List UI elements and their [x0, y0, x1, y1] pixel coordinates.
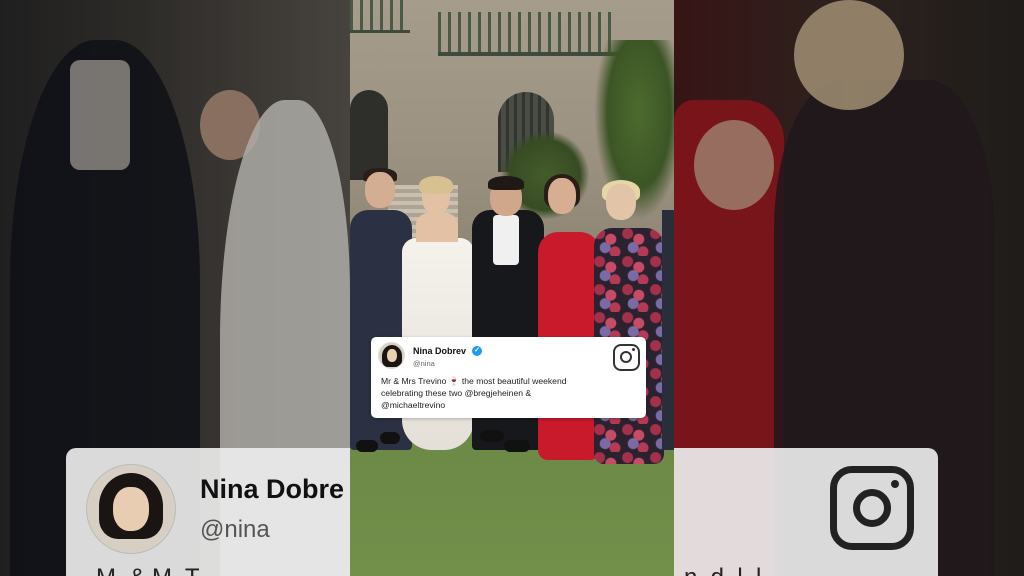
- instagram-lens: [620, 351, 632, 363]
- tweet-card[interactable]: Nina Dobrev ✓ @nina Mr & Mrs Trevino 🍷 t…: [371, 337, 646, 418]
- shoe: [504, 440, 530, 452]
- instagram-icon[interactable]: [613, 344, 640, 371]
- enlarged-display-name: Nina Dobre: [200, 474, 345, 504]
- balcony-railing: [438, 12, 618, 56]
- enlarged-handle: @nina: [200, 516, 270, 543]
- video-frame: Nina Dobre @nina M. & M. T. n. d. l. l.: [0, 0, 1024, 576]
- hair: [488, 176, 524, 190]
- tweet-line: celebrating these two @bregjeheinen &: [381, 388, 532, 398]
- instagram-icon: [830, 466, 914, 550]
- head: [606, 184, 636, 220]
- instagram-dot: [632, 348, 635, 351]
- video-main: [350, 0, 674, 576]
- verified-badge-icon: ✓: [472, 346, 482, 356]
- enlarged-tweet-card-left: Nina Dobre @nina M. & M. T.: [66, 448, 350, 576]
- shirt: [493, 215, 519, 265]
- head: [548, 178, 576, 214]
- hair: [419, 176, 453, 194]
- avatar-face: [113, 487, 149, 531]
- shoe: [380, 432, 400, 444]
- balcony-railing-left: [350, 0, 410, 33]
- enlarged-body-text: M. & M. T.: [96, 564, 204, 576]
- avatar[interactable]: [378, 342, 405, 369]
- tweet-line: Mr & Mrs Trevino 🍷 the most beautiful we…: [381, 376, 567, 386]
- head: [365, 172, 395, 208]
- arched-door: [350, 90, 388, 180]
- shoe: [356, 440, 378, 452]
- user-handle[interactable]: @nina: [413, 359, 435, 368]
- avatar-face: [387, 349, 397, 362]
- tweet-body: Mr & Mrs Trevino 🍷 the most beautiful we…: [381, 375, 621, 411]
- display-name[interactable]: Nina Dobrev: [413, 346, 466, 356]
- person-edge-right: [662, 210, 674, 450]
- enlarged-tweet-card-right: n. d. l. l.: [674, 448, 938, 576]
- enlarged-body-text-right: n. d. l. l.: [684, 564, 768, 576]
- instagram-dot: [891, 480, 899, 488]
- shoe: [480, 430, 504, 442]
- tweet-line: @michaeltrevino: [381, 400, 446, 410]
- instagram-lens: [853, 489, 891, 527]
- avatar: [86, 464, 176, 554]
- shoulders: [416, 212, 458, 242]
